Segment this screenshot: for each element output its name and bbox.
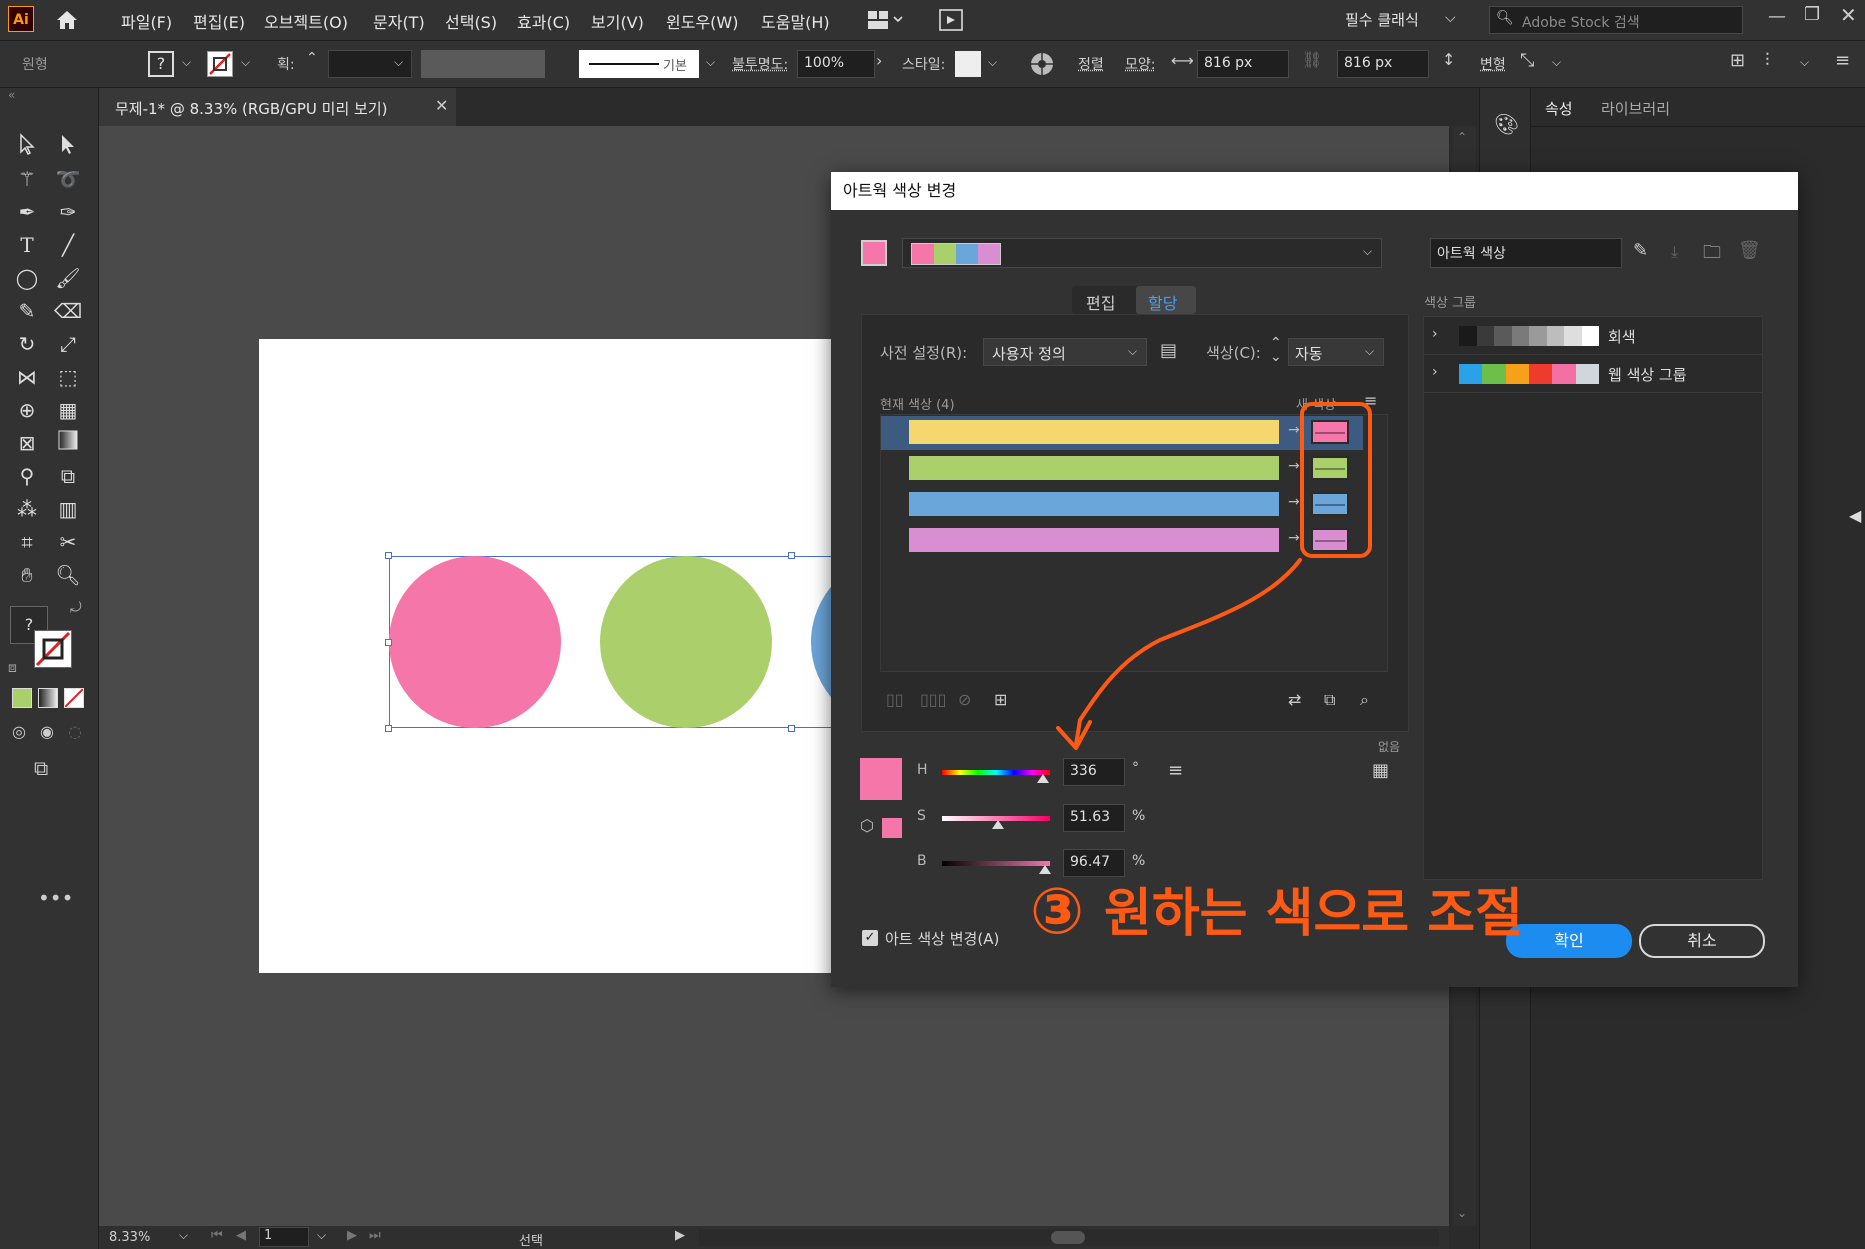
new-colors-highlight-box <box>1300 402 1372 558</box>
annotation-step-number: ③ <box>1030 875 1085 949</box>
annotation-text: 원하는 색으로 조절 <box>1104 884 1523 944</box>
annotation-arrowhead <box>1056 720 1092 750</box>
annotation-arrow <box>1074 558 1302 747</box>
annotation-overlay <box>1056 402 1372 750</box>
